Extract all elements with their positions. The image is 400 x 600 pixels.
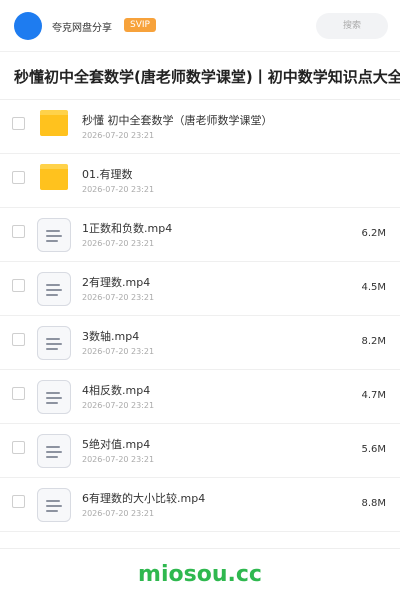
file-row[interactable]: 2有理数.mp4 2026-07-20 23:21 4.5M [0, 262, 400, 316]
file-size: 4.7M [361, 390, 386, 401]
file-size: 8.2M [361, 336, 386, 347]
file-name[interactable]: 4相反数.mp4 [82, 382, 150, 398]
file-time: 2026-07-20 23:21 [82, 131, 155, 140]
title-bar: 秒懂初中全套数学(唐老师数学课堂)丨初中数学知识点大全 [0, 52, 400, 100]
row-checkbox[interactable] [12, 279, 25, 292]
file-size: 5.6M [361, 444, 386, 455]
search-button[interactable]: 搜索 [316, 13, 388, 39]
row-checkbox[interactable] [12, 117, 25, 130]
file-row[interactable]: 4相反数.mp4 2026-07-20 23:21 4.7M [0, 370, 400, 424]
file-name[interactable]: 秒懂 初中全套数学（唐老师数学课堂） [82, 112, 273, 128]
avatar[interactable] [14, 12, 42, 40]
video-file-icon [37, 380, 71, 414]
file-name[interactable]: 5绝对值.mp4 [82, 436, 150, 452]
top-header: 夸克网盘分享 SVIP 搜索 [0, 0, 400, 52]
video-file-icon [37, 488, 71, 522]
file-row[interactable]: 秒懂 初中全套数学（唐老师数学课堂） 2026-07-20 23:21 [0, 100, 400, 154]
video-file-icon [37, 326, 71, 360]
file-name[interactable]: 1正数和负数.mp4 [82, 220, 172, 236]
file-size: 6.2M [361, 228, 386, 239]
file-time: 2026-07-20 23:21 [82, 239, 155, 248]
file-row[interactable]: 5绝对值.mp4 2026-07-20 23:21 5.6M [0, 424, 400, 478]
row-checkbox[interactable] [12, 171, 25, 184]
svip-badge: SVIP [124, 18, 156, 32]
file-time: 2026-07-20 23:21 [82, 509, 155, 518]
file-row[interactable]: 01.有理数 2026-07-20 23:21 [0, 154, 400, 208]
folder-icon [40, 110, 68, 136]
file-row[interactable]: 6有理数的大小比较.mp4 2026-07-20 23:21 8.8M [0, 478, 400, 532]
page-title: 秒懂初中全套数学(唐老师数学课堂)丨初中数学知识点大全 [14, 68, 400, 86]
file-time: 2026-07-20 23:21 [82, 455, 155, 464]
file-row[interactable]: 3数轴.mp4 2026-07-20 23:21 8.2M [0, 316, 400, 370]
file-list: 秒懂 初中全套数学（唐老师数学课堂） 2026-07-20 23:21 01.有理数… [0, 100, 400, 532]
row-checkbox[interactable] [12, 441, 25, 454]
file-time: 2026-07-20 23:21 [82, 347, 155, 356]
file-name[interactable]: 2有理数.mp4 [82, 274, 150, 290]
row-checkbox[interactable] [12, 495, 25, 508]
folder-icon [40, 164, 68, 190]
brand-logo: miosou.cc [138, 562, 262, 587]
file-row[interactable]: 1正数和负数.mp4 2026-07-20 23:21 6.2M [0, 208, 400, 262]
row-checkbox[interactable] [12, 225, 25, 238]
video-file-icon [37, 434, 71, 468]
file-time: 2026-07-20 23:21 [82, 401, 155, 410]
file-size: 4.5M [361, 282, 386, 293]
file-name[interactable]: 6有理数的大小比较.mp4 [82, 490, 205, 506]
file-name[interactable]: 01.有理数 [82, 166, 133, 182]
file-name[interactable]: 3数轴.mp4 [82, 328, 139, 344]
file-time: 2026-07-20 23:21 [82, 185, 155, 194]
share-name: 夸克网盘分享 [52, 23, 112, 34]
video-file-icon [37, 272, 71, 306]
file-size: 8.8M [361, 498, 386, 509]
video-file-icon [37, 218, 71, 252]
row-checkbox[interactable] [12, 387, 25, 400]
row-checkbox[interactable] [12, 333, 25, 346]
file-time: 2026-07-20 23:21 [82, 293, 155, 302]
